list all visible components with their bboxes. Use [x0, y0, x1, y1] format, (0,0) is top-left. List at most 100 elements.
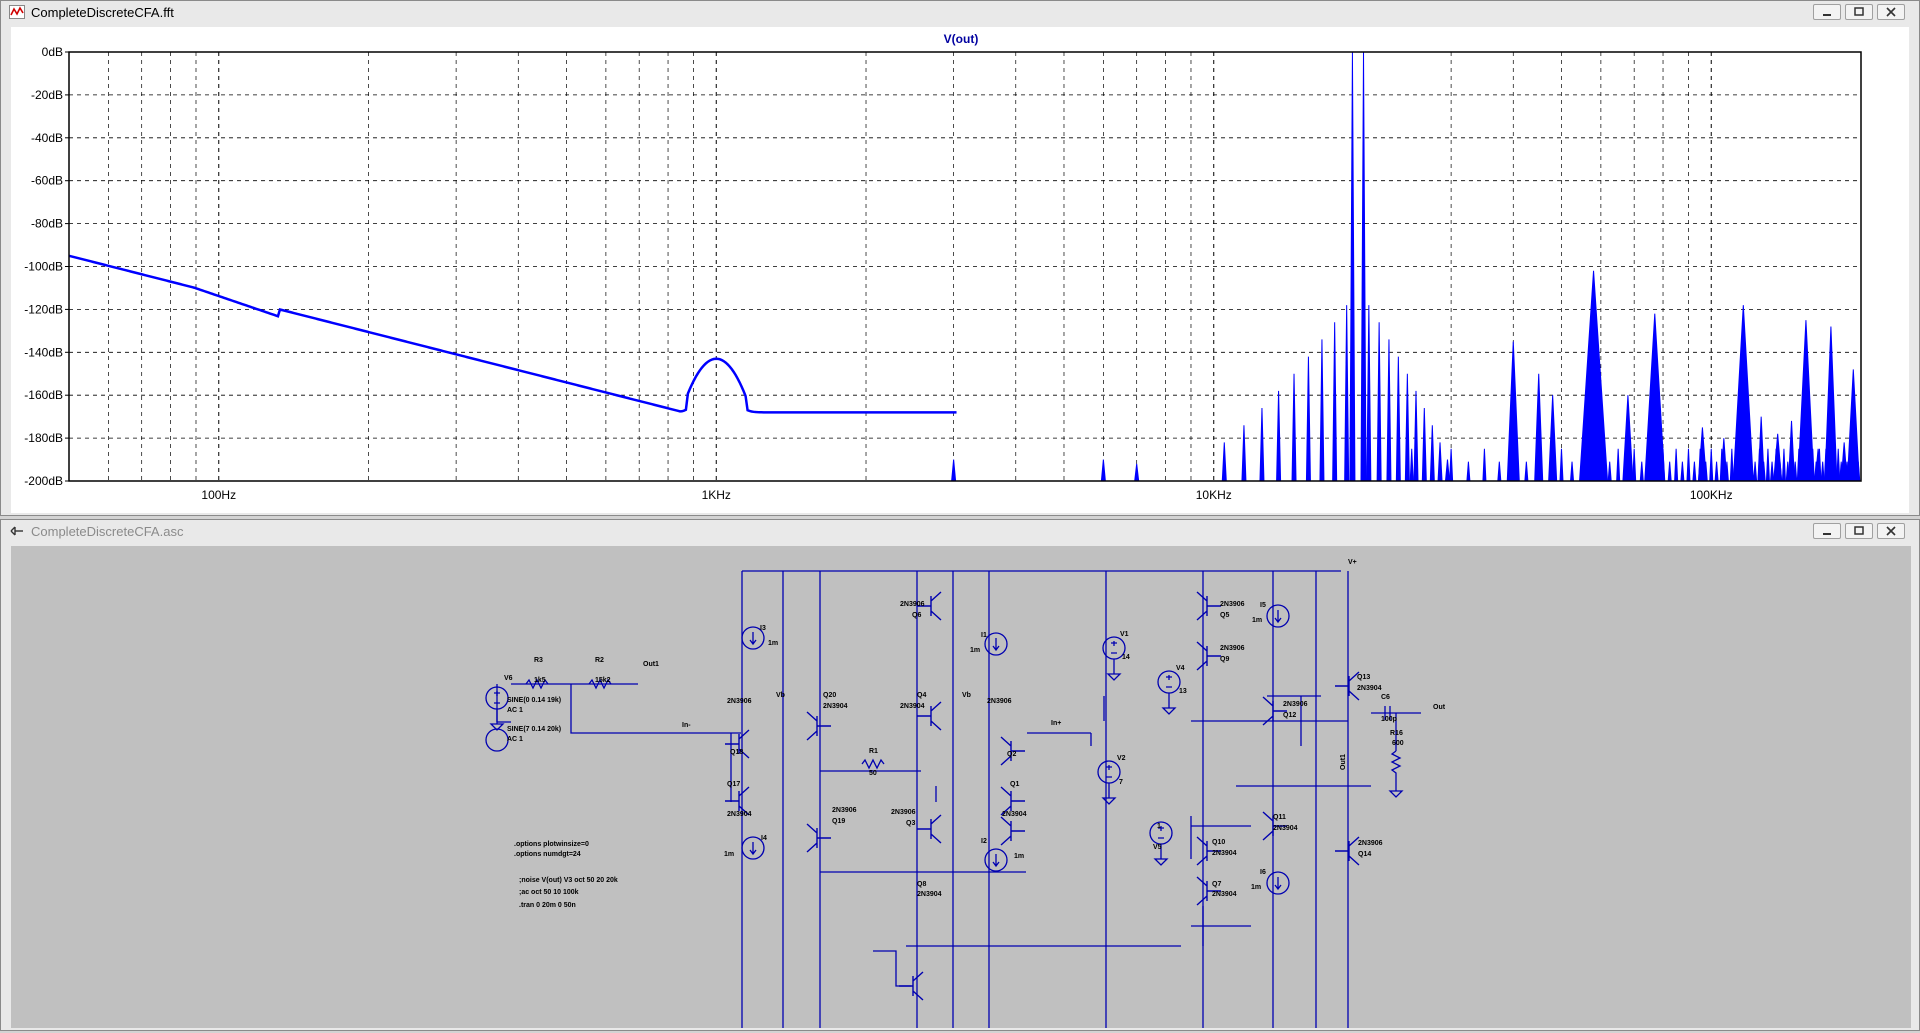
voltage-source-V6b[interactable]: [485, 728, 509, 752]
value-I1[interactable]: 1m: [970, 647, 980, 654]
netlabel-in-minus[interactable]: In-: [682, 722, 691, 729]
directive-tran[interactable]: .tran 0 20m 0 50n: [519, 902, 576, 909]
model-Q10[interactable]: 2N3904: [1212, 850, 1237, 857]
resistor-R1[interactable]: [861, 758, 885, 770]
model-Q5[interactable]: 2N3906: [1220, 601, 1245, 608]
label-Q11[interactable]: Q11: [1273, 814, 1286, 821]
directive-ac[interactable]: ;ac oct 50 10 100k: [519, 889, 579, 896]
label-Q1[interactable]: Q1: [1010, 781, 1019, 788]
label-V4[interactable]: V4: [1176, 665, 1185, 672]
model-Q17[interactable]: 2N3904: [727, 811, 752, 818]
value-R16[interactable]: 600: [1392, 740, 1404, 747]
plot-area[interactable]: V(out) 0dB -20dB -40dB -60dB -80dB -100dB -120…: [11, 27, 1909, 513]
label-Q3[interactable]: Q3: [906, 820, 915, 827]
transistor-Q9[interactable]: [1196, 641, 1221, 671]
x-tick-label[interactable]: 100KHz: [1690, 488, 1733, 502]
label-Q19[interactable]: Q19: [832, 818, 845, 825]
voltage-source-V4[interactable]: [1157, 670, 1181, 694]
netlabel-out[interactable]: Out: [1433, 704, 1446, 711]
value-R1[interactable]: 50: [869, 770, 877, 777]
model-Q12[interactable]: 2N3906: [1283, 701, 1308, 708]
transistor-Q14[interactable]: [1335, 836, 1360, 866]
y-tick-label[interactable]: -40dB: [31, 131, 63, 145]
voltage-source-V5[interactable]: [1149, 821, 1173, 845]
label-Q4[interactable]: Q4: [917, 692, 926, 699]
label-R2[interactable]: R2: [595, 657, 604, 664]
value-I6[interactable]: 1m: [1251, 884, 1261, 891]
netlabel-vplus[interactable]: V+: [1348, 559, 1357, 566]
model-Q3[interactable]: 2N3906: [891, 809, 916, 816]
model-Q18[interactable]: 2N3906: [727, 698, 752, 705]
value-V5[interactable]: 1: [1157, 823, 1161, 830]
voltage-source-V2[interactable]: [1097, 760, 1121, 784]
x-tick-label[interactable]: 100Hz: [201, 488, 236, 502]
schematic-maximize-button[interactable]: [1845, 523, 1873, 539]
label-Q17[interactable]: Q17: [727, 781, 740, 788]
y-tick-label[interactable]: -120dB: [24, 302, 63, 316]
trace-label[interactable]: V(out): [944, 32, 979, 46]
minimize-button[interactable]: [1813, 4, 1841, 20]
resistor-R16[interactable]: [1388, 750, 1404, 798]
model-Q7[interactable]: 2N3904: [1212, 891, 1237, 898]
label-C6[interactable]: C6: [1381, 694, 1390, 701]
transistor-Q19[interactable]: [806, 823, 831, 853]
directive-numdgt[interactable]: .options numdgt=24: [514, 851, 581, 858]
value-C6[interactable]: 100p: [1381, 716, 1397, 723]
label-I6[interactable]: I6: [1260, 869, 1266, 876]
label-Q2[interactable]: Q2: [1007, 751, 1016, 758]
transistor-Q3[interactable]: [917, 814, 942, 844]
label-Q6[interactable]: Q6: [912, 612, 921, 619]
y-tick-label[interactable]: -140dB: [24, 345, 63, 359]
label-I2[interactable]: I2: [981, 838, 987, 845]
model-Q19[interactable]: 2N3906: [832, 807, 857, 814]
value-I3[interactable]: 1m: [768, 640, 778, 647]
value-V6-ac1[interactable]: AC 1: [507, 707, 523, 714]
value-I2[interactable]: 1m: [1014, 853, 1024, 860]
fft-chart[interactable]: V(out) 0dB -20dB -40dB -60dB -80dB -100dB -120…: [11, 27, 1909, 513]
label-I1[interactable]: I1: [981, 632, 987, 639]
value-V6-source2[interactable]: SINE(7 0.14 20k): [507, 726, 561, 733]
value-V6-ac2[interactable]: AC 1: [507, 736, 523, 743]
y-tick-label[interactable]: 0dB: [42, 45, 63, 59]
label-Q5[interactable]: Q5: [1220, 612, 1229, 619]
y-tick-label[interactable]: -80dB: [31, 217, 63, 231]
value-I4[interactable]: 1m: [724, 851, 734, 858]
model-Q14[interactable]: 2N3906: [1358, 840, 1383, 847]
label-R3[interactable]: R3: [534, 657, 543, 664]
netlabel-vb-b[interactable]: Vb: [962, 692, 971, 699]
label-V2[interactable]: V2: [1117, 755, 1126, 762]
directive-noise[interactable]: ;noise V(out) V3 oct 50 20 20k: [519, 877, 618, 884]
model-Q8[interactable]: 2N3904: [917, 891, 942, 898]
value-R3[interactable]: 1k5: [534, 677, 546, 684]
label-Q13[interactable]: Q13: [1357, 674, 1370, 681]
transistor-Q3b[interactable]: [1000, 816, 1025, 846]
directive-plotwinsize[interactable]: .options plotwinsize=0: [514, 841, 589, 848]
model-Q1[interactable]: 2N3904: [1002, 811, 1027, 818]
label-I5[interactable]: I5: [1260, 602, 1266, 609]
label-Q14[interactable]: Q14: [1358, 851, 1371, 858]
label-R1[interactable]: R1: [869, 748, 878, 755]
y-tick-label[interactable]: -200dB: [24, 474, 63, 488]
label-I3[interactable]: I3: [760, 625, 766, 632]
label-Q8[interactable]: Q8: [917, 881, 926, 888]
schematic-titlebar[interactable]: CompleteDiscreteCFA.asc: [1, 520, 1919, 542]
model-Q20[interactable]: 2N3904: [823, 703, 848, 710]
label-Q7[interactable]: Q7: [1212, 881, 1221, 888]
model-Q6[interactable]: 2N3906: [900, 601, 925, 608]
label-Q9[interactable]: Q9: [1220, 656, 1229, 663]
label-V6[interactable]: V6: [504, 675, 513, 682]
model-Q13[interactable]: 2N3904: [1357, 685, 1382, 692]
value-R2[interactable]: 15k2: [595, 677, 611, 684]
y-tick-label[interactable]: -100dB: [24, 260, 63, 274]
label-Q20[interactable]: Q20: [823, 692, 836, 699]
value-V4[interactable]: 13: [1179, 688, 1187, 695]
label-V5[interactable]: V5: [1153, 844, 1162, 851]
plot-titlebar[interactable]: CompleteDiscreteCFA.fft: [1, 1, 1919, 23]
schematic-minimize-button[interactable]: [1813, 523, 1841, 539]
model-Q2[interactable]: 2N3906: [987, 698, 1012, 705]
value-V1[interactable]: 14: [1122, 654, 1130, 661]
label-Q10[interactable]: Q10: [1212, 839, 1225, 846]
schematic-close-button[interactable]: [1877, 523, 1905, 539]
netlabel-vb-a[interactable]: Vb: [776, 692, 785, 699]
netlabel-in-plus[interactable]: In+: [1051, 720, 1061, 727]
